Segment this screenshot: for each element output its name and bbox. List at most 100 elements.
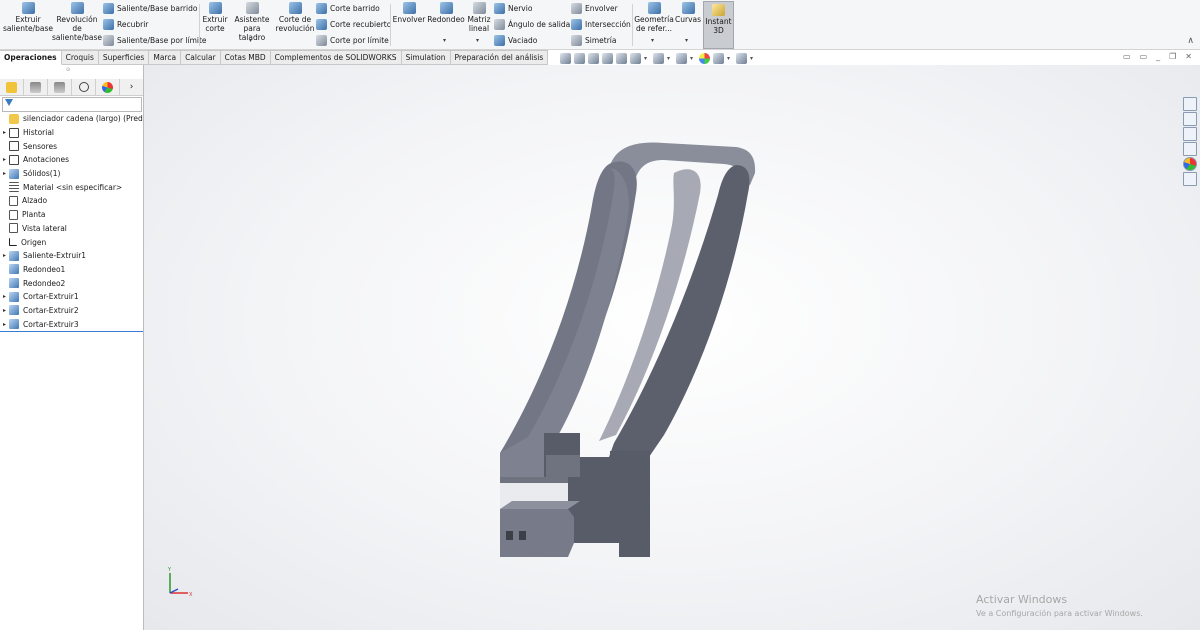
tree-item-alzado[interactable]: Alzado xyxy=(0,194,143,208)
ribbon-collapse-icon[interactable]: ∧ xyxy=(1187,36,1194,46)
expand-arrow-icon[interactable]: ▸ xyxy=(0,129,9,136)
view-settings-dropdown-icon[interactable]: ▾ xyxy=(750,55,756,62)
tree-part-root[interactable]: silenciador cadena (largo) (Predet xyxy=(0,112,143,126)
shell-button[interactable]: Vaciado xyxy=(494,33,537,47)
tab-featuremanager[interactable] xyxy=(0,79,24,95)
wrap-button[interactable]: Envolver xyxy=(393,2,425,24)
tree-item-solidos[interactable]: ▸ Sólidos(1) xyxy=(0,167,143,181)
tree-item-cortar-extruir2[interactable]: ▸ Cortar-Extruir2 xyxy=(0,304,143,318)
tab-simulation[interactable]: Simulation xyxy=(401,50,451,65)
apply-scene-icon[interactable] xyxy=(713,52,724,64)
tree-item-origen[interactable]: Origen xyxy=(0,235,143,249)
tree-item-saliente-extruir1[interactable]: ▸ Saliente-Extruir1 xyxy=(0,249,143,263)
tile-left-icon[interactable]: ▭ xyxy=(1123,52,1131,61)
part-model[interactable] xyxy=(144,65,1200,630)
hole-wizard-dropdown-icon[interactable]: ▾ xyxy=(249,37,252,44)
minimize-icon[interactable]: _ xyxy=(1156,52,1160,61)
tree-item-material[interactable]: Material <sin especificar> xyxy=(0,180,143,194)
tab-propertymanager[interactable] xyxy=(24,79,48,95)
expand-arrow-icon[interactable]: ▸ xyxy=(0,156,9,163)
tree-item-cortar-extruir1[interactable]: ▸ Cortar-Extruir1 xyxy=(0,290,143,304)
appearances-icon[interactable] xyxy=(1183,157,1197,171)
tree-item-cortar-extruir3[interactable]: ▸ Cortar-Extruir3 xyxy=(0,317,143,331)
previous-view-icon[interactable] xyxy=(588,52,599,64)
view-settings-icon[interactable] xyxy=(736,52,747,64)
tab-marca[interactable]: Marca xyxy=(149,50,182,65)
tree-item-historial[interactable]: ▸ Historial xyxy=(0,126,143,140)
display-style-icon[interactable] xyxy=(653,52,664,64)
draft-button[interactable]: Ángulo de salida xyxy=(494,17,570,31)
tree-item-redondeo2[interactable]: Redondeo2 xyxy=(0,276,143,290)
expand-arrow-icon[interactable]: ▸ xyxy=(0,293,9,300)
instant3d-button[interactable]: Instant 3D xyxy=(703,1,734,49)
tab-complementos[interactable]: Complementos de SOLIDWORKS xyxy=(270,50,402,65)
tab-configurationmanager[interactable] xyxy=(48,79,72,95)
restore-icon[interactable]: ❐ xyxy=(1169,52,1176,61)
dynamic-annotation-icon[interactable] xyxy=(616,52,627,64)
tree-item-vista-lateral[interactable]: Vista lateral xyxy=(0,222,143,236)
zoom-to-area-icon[interactable] xyxy=(574,52,585,64)
boundary-cut-button[interactable]: Corte por límite xyxy=(316,33,389,47)
lofted-cut-button[interactable]: Corte recubierto xyxy=(316,17,391,31)
graphics-area[interactable]: Y X xyxy=(144,65,1200,630)
tab-operaciones[interactable]: Operaciones xyxy=(0,50,62,65)
panel-grip-icon[interactable]: ⊙ xyxy=(66,67,70,73)
solidworks-resources-icon[interactable] xyxy=(1183,97,1197,111)
revolve-boss-button[interactable]: Revolución de saliente/base xyxy=(52,2,102,42)
hole-wizard-button[interactable]: Asistente para taladro xyxy=(231,2,273,42)
custom-properties-icon[interactable] xyxy=(1183,172,1197,186)
section-view-icon[interactable] xyxy=(602,52,613,64)
fillet-dropdown-icon[interactable]: ▾ xyxy=(443,37,446,44)
swept-boss-button[interactable]: Saliente/Base barrido xyxy=(103,1,197,15)
intersect-button[interactable]: Intersección xyxy=(571,17,631,31)
boundary-boss-button[interactable]: Saliente/Base por límite xyxy=(103,33,207,47)
file-explorer-icon[interactable] xyxy=(1183,127,1197,141)
expand-arrow-icon[interactable]: ▸ xyxy=(0,307,9,314)
view-orientation-icon[interactable] xyxy=(630,52,641,64)
tree-item-anotaciones[interactable]: ▸ Anotaciones xyxy=(0,153,143,167)
lofted-boss-button[interactable]: Recubrir xyxy=(103,17,148,31)
tree-filter-input[interactable] xyxy=(2,97,142,112)
expand-arrow-icon[interactable]: ▸ xyxy=(0,321,9,328)
view-palette-icon[interactable] xyxy=(1183,142,1197,156)
tab-displaymanager[interactable] xyxy=(96,79,120,95)
expand-arrow-icon[interactable]: ▸ xyxy=(0,170,9,177)
tab-superficies[interactable]: Superficies xyxy=(98,50,150,65)
extrude-boss-button[interactable]: Extruir saliente/base xyxy=(3,2,53,33)
tab-preparacion-analisis[interactable]: Preparación del análisis xyxy=(450,50,549,65)
fillet-button[interactable]: Redondeo xyxy=(427,2,465,24)
wrap-small-button[interactable]: Envolver xyxy=(571,1,618,15)
tabs-more-arrow-icon[interactable]: › xyxy=(120,79,143,95)
linear-pattern-button[interactable]: Matriz lineal xyxy=(467,2,491,33)
curves-dropdown-icon[interactable]: ▾ xyxy=(685,37,688,44)
mirror-button[interactable]: Simetría xyxy=(571,33,616,47)
revolve-cut-button[interactable]: Corte de revolución xyxy=(276,2,314,33)
curves-button[interactable]: Curvas xyxy=(675,2,701,24)
expand-arrow-icon[interactable]: ▸ xyxy=(0,252,9,259)
tab-cotas-mbd[interactable]: Cotas MBD xyxy=(220,50,271,65)
reference-geometry-button[interactable]: Geometría de refer... xyxy=(634,2,674,33)
tab-dimxpertmanager[interactable] xyxy=(72,79,96,95)
model-foot-top xyxy=(500,501,580,509)
tree-item-sensores[interactable]: Sensores xyxy=(0,139,143,153)
extrude-cut-button[interactable]: Extruir corte xyxy=(202,2,228,33)
pattern-dropdown-icon[interactable]: ▾ xyxy=(476,37,479,44)
tree-item-planta[interactable]: Planta xyxy=(0,208,143,222)
hide-show-items-icon[interactable] xyxy=(676,52,687,64)
reference-geometry-dropdown-icon[interactable]: ▾ xyxy=(651,37,654,44)
rollback-bar[interactable] xyxy=(0,331,143,332)
close-icon[interactable]: ✕ xyxy=(1185,52,1192,61)
hide-show-dropdown-icon[interactable]: ▾ xyxy=(690,55,696,62)
display-style-dropdown-icon[interactable]: ▾ xyxy=(667,55,673,62)
view-orientation-dropdown-icon[interactable]: ▾ xyxy=(644,55,650,62)
rib-button[interactable]: Nervio xyxy=(494,1,532,15)
zoom-to-fit-icon[interactable] xyxy=(560,52,571,64)
tile-right-icon[interactable]: ▭ xyxy=(1140,52,1148,61)
scene-dropdown-icon[interactable]: ▾ xyxy=(727,55,733,62)
tab-calcular[interactable]: Calcular xyxy=(181,50,221,65)
tab-croquis[interactable]: Croquis xyxy=(61,50,99,65)
edit-appearance-icon[interactable] xyxy=(699,52,710,64)
tree-item-redondeo1[interactable]: Redondeo1 xyxy=(0,263,143,277)
design-library-icon[interactable] xyxy=(1183,112,1197,126)
swept-cut-button[interactable]: Corte barrido xyxy=(316,1,380,15)
